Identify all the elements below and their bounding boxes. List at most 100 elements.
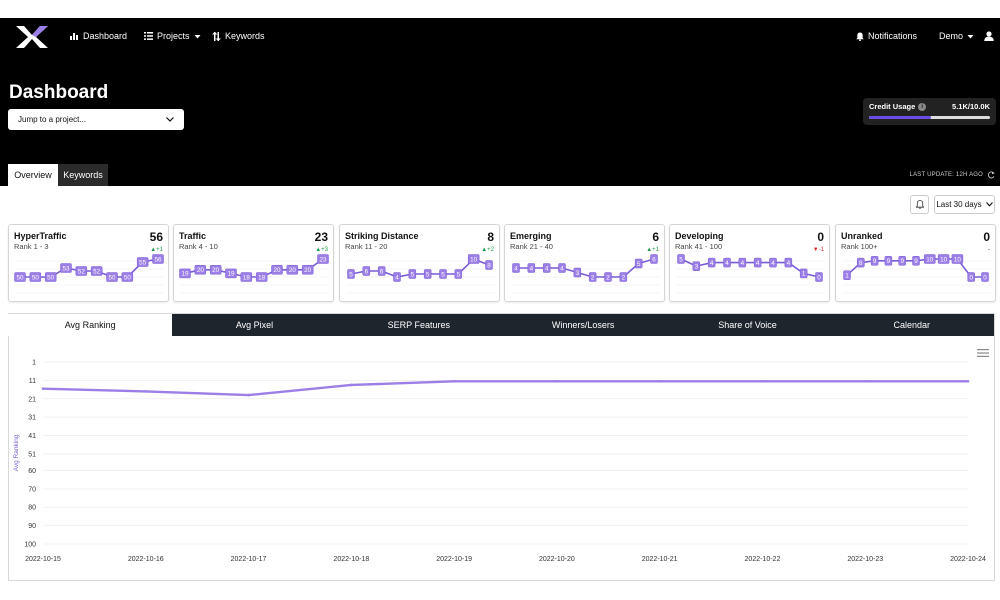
sparkline-point[interactable]: 23	[317, 254, 329, 264]
sparkline-point[interactable]: 50	[14, 272, 26, 282]
sparkline-point-label: 55	[139, 259, 147, 266]
sparkline-point[interactable]: 8	[857, 257, 865, 268]
sparkline-point[interactable]: 1	[799, 268, 808, 279]
sparkline-point[interactable]: 9	[884, 256, 893, 266]
nav-keywords[interactable]: Keywords	[212, 31, 265, 41]
sparkline-point[interactable]: 52	[90, 266, 103, 276]
sparkline-point[interactable]: 9	[912, 256, 920, 266]
sparkline-point[interactable]: 50	[29, 272, 42, 282]
sparkline-point[interactable]: 2	[619, 272, 628, 282]
jump-to-project-select[interactable]: Jump to a project...	[8, 109, 184, 130]
sparkline-point[interactable]: 53	[60, 263, 72, 273]
sparkline-point[interactable]: 50	[106, 272, 118, 282]
tab-overview[interactable]: Overview	[8, 164, 58, 186]
sparkline-point-label: 50	[32, 274, 40, 281]
rank-card[interactable]: Developing Rank 41 - 100 0 ▼-1 5 3 4 4 4 4 4 4 1 0	[669, 224, 830, 302]
sparkline-point[interactable]: 20	[286, 265, 299, 275]
sparkline-point[interactable]: 4	[769, 257, 777, 268]
sparkline-point[interactable]: 10	[937, 254, 950, 264]
sparkline-point[interactable]: 5	[423, 269, 432, 279]
user-menu[interactable]: Demo	[939, 31, 994, 41]
chart-tab[interactable]: Share of Voice	[665, 314, 829, 336]
sparkline-point-label: 53	[62, 265, 70, 272]
sparkline-point[interactable]: 6	[650, 254, 658, 264]
sparkline-point[interactable]: 4	[738, 257, 747, 268]
sparkline-point[interactable]: 5	[634, 258, 643, 269]
hamburger-menu-icon[interactable]	[977, 348, 989, 358]
sparkline-point[interactable]: 4	[393, 272, 401, 282]
sparkline-point[interactable]: 4	[723, 257, 731, 268]
sparkline-point-label: 5	[441, 271, 445, 278]
sparkline-point[interactable]: 0	[967, 272, 975, 282]
sparkline-point[interactable]: 6	[377, 266, 386, 276]
sparkline-point[interactable]: 18	[255, 272, 268, 282]
sparkline-point[interactable]: 50	[44, 272, 57, 282]
sparkline-point[interactable]: 19	[179, 268, 191, 279]
info-icon[interactable]: i	[918, 103, 927, 112]
logo-icon[interactable]	[16, 26, 48, 48]
sparkline-point[interactable]: 4	[558, 263, 566, 273]
user-label: Demo	[939, 31, 964, 41]
sparkline-point[interactable]: 4	[753, 257, 762, 268]
sparkline-point[interactable]: 10	[924, 254, 936, 264]
sparkline-point[interactable]: 4	[707, 257, 716, 268]
chart-tab[interactable]: Winners/Losers	[501, 314, 665, 336]
sparkline-point[interactable]: 4	[542, 263, 551, 273]
chart-panel	[8, 313, 995, 581]
sparkline-point[interactable]: 5	[454, 269, 463, 279]
sparkline-point-label: 52	[78, 268, 86, 275]
sparkline-point[interactable]: 8	[485, 260, 493, 270]
sparkline-point[interactable]: 0	[815, 272, 823, 282]
sparkline-point[interactable]: 10	[951, 254, 964, 264]
tab-keywords[interactable]: Keywords	[58, 164, 108, 186]
sparkline-point[interactable]: 2	[588, 272, 597, 282]
sparkline-point-label: 4	[545, 265, 549, 272]
sparkline-point[interactable]: 20	[301, 265, 314, 275]
sparkline-point-label: 23	[319, 256, 327, 263]
sparkline: 5 3 4 4 4 4 4 4 1 0	[676, 254, 825, 294]
sparkline-point[interactable]: 9	[898, 256, 906, 266]
sort-icon	[212, 31, 221, 41]
sparkline-point[interactable]: 55	[136, 257, 149, 267]
alerts-button[interactable]	[910, 195, 929, 214]
sparkline-point[interactable]: 3	[692, 261, 701, 271]
nav-dashboard[interactable]: Dashboard	[70, 31, 127, 41]
notifications-link[interactable]: Notifications	[856, 31, 917, 41]
rank-card[interactable]: HyperTraffic Rank 1 - 3 56 ▲+1 50 50 50 53 52 52 5…	[8, 224, 169, 302]
sparkline-point[interactable]: 5	[677, 254, 685, 264]
sparkline-point[interactable]: 5	[439, 269, 447, 279]
sparkline-point[interactable]: 20	[271, 265, 283, 275]
date-range-select[interactable]: Last 30 days	[934, 195, 995, 214]
rank-card[interactable]: Striking Distance Rank 11 - 20 8 ▲+2 5 6 6 4 5 5 5…	[339, 224, 500, 302]
sparkline-point[interactable]: 20	[209, 265, 222, 275]
sparkline-point[interactable]: 0	[981, 272, 989, 282]
chart-tab[interactable]: Avg Ranking	[8, 314, 173, 336]
sparkline-point[interactable]: 56	[152, 254, 164, 264]
sparkline-point[interactable]: 9	[870, 256, 879, 266]
refresh-icon[interactable]	[987, 171, 995, 179]
rank-card[interactable]: Traffic Rank 4 - 10 23 ▲+3 19 20 20 19 18 18 20 20 2…	[173, 224, 334, 302]
sparkline-point[interactable]: 6	[362, 266, 371, 276]
sparkline-point[interactable]: 5	[347, 269, 355, 279]
sparkline-point[interactable]: 19	[225, 268, 237, 279]
rank-card[interactable]: Emerging Rank 21 - 40 6 ▲+1 4 4 4 4 3 2 2 2 5 6	[504, 224, 665, 302]
sparkline-point[interactable]: 4	[527, 263, 536, 273]
sparkline-point-label: 4	[787, 260, 791, 267]
sparkline-point[interactable]: 10	[467, 254, 480, 264]
rank-card[interactable]: Unranked Rank 100+ 0-1 8 9 9 9 9 10 10 10 0 0	[835, 224, 996, 302]
sparkline-point[interactable]: 4	[512, 263, 520, 273]
sparkline-point[interactable]: 1	[843, 270, 851, 280]
sparkline-point[interactable]: 4	[784, 257, 793, 268]
sparkline-point[interactable]: 20	[194, 265, 207, 275]
nav-projects[interactable]: Projects	[144, 31, 201, 41]
sparkline-point[interactable]: 18	[240, 272, 253, 282]
sparkline-point[interactable]: 2	[604, 272, 612, 282]
sparkline-point[interactable]: 5	[408, 269, 417, 279]
chart-tab[interactable]: SERP Features	[337, 314, 501, 336]
chart-tab[interactable]: Avg Pixel	[172, 314, 336, 336]
chart-tab[interactable]: Calendar	[830, 314, 994, 336]
sparkline-point[interactable]: 3	[573, 267, 582, 278]
sparkline-point[interactable]: 52	[75, 266, 88, 276]
card-range: Rank 1 - 3	[14, 242, 49, 251]
sparkline-point[interactable]: 50	[121, 272, 134, 282]
